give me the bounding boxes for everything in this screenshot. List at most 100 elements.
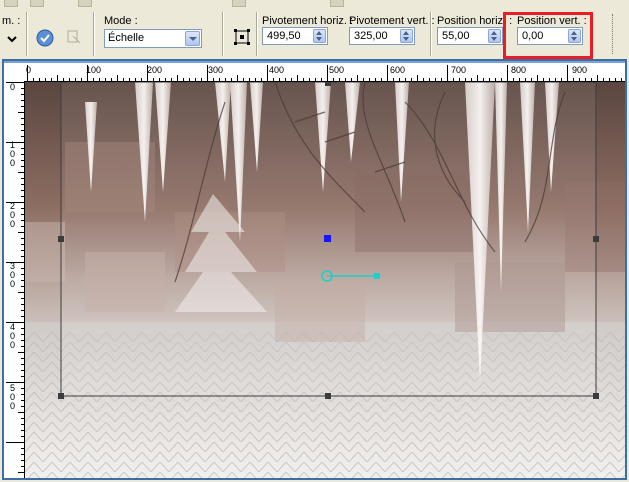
ruler-tick	[249, 78, 250, 81]
ruler-tick	[6, 322, 24, 323]
pivot-horizontal-field[interactable]: 499,50	[262, 27, 328, 45]
ruler-tick	[489, 78, 490, 81]
chevron-down-icon[interactable]	[6, 34, 18, 44]
position-horizontal-field[interactable]: 55,00	[437, 27, 503, 45]
ruler-tick	[93, 78, 94, 81]
chevron-down-icon[interactable]	[185, 31, 200, 46]
ruler-tick	[255, 78, 256, 81]
ruler-tick	[21, 148, 24, 149]
ruler-tick	[57, 75, 58, 81]
ruler-tick	[6, 442, 24, 443]
ruler-tick	[369, 78, 370, 81]
ruler-corner	[6, 65, 24, 81]
ruler-tick	[225, 78, 226, 81]
ruler-tick	[387, 65, 388, 81]
transform-icon[interactable]	[65, 28, 83, 46]
ruler-tick	[27, 65, 28, 81]
spin-arrows-icon[interactable]	[400, 29, 413, 43]
ruler-tick	[6, 82, 24, 83]
ruler-label: 400	[10, 322, 16, 350]
ruler-tick	[423, 78, 424, 81]
ruler-tick	[399, 78, 400, 81]
ruler-tick	[21, 106, 24, 107]
ruler-tick	[21, 94, 24, 95]
ruler-tick	[477, 75, 478, 81]
ruler-tick	[129, 78, 130, 81]
ruler-tick	[123, 78, 124, 81]
spin-arrows-icon[interactable]	[488, 29, 501, 43]
ruler-label: 900	[572, 65, 588, 75]
ruler-tick	[567, 65, 568, 81]
ruler-tick	[21, 136, 24, 137]
ruler-label: 100	[86, 65, 102, 75]
ruler-tick	[537, 75, 538, 81]
apply-icon[interactable]	[35, 28, 55, 48]
toolbar-separator	[93, 12, 95, 56]
horizontal-ruler[interactable]: 0 100 200 300 400 500 600 700 800 900	[24, 65, 625, 82]
ruler-tick	[471, 78, 472, 81]
toolbar-button-fragment[interactable]	[30, 0, 44, 7]
partial-label: m. :	[2, 15, 21, 27]
ruler-tick	[561, 78, 562, 81]
ruler-tick	[21, 376, 24, 377]
toolbar-button-fragment[interactable]	[330, 0, 344, 7]
ruler-tick	[291, 78, 292, 81]
ruler-tick	[45, 78, 46, 81]
ruler-tick	[21, 334, 24, 335]
toolbar-button-fragment[interactable]	[78, 0, 92, 7]
window-edge	[4, 61, 625, 63]
ruler-tick	[21, 430, 24, 431]
toolbar-separator	[26, 12, 28, 56]
ruler-tick	[405, 78, 406, 81]
ruler-tick	[609, 78, 610, 81]
ruler-tick	[33, 78, 34, 81]
ruler-tick	[237, 75, 238, 81]
ruler-tick	[219, 78, 220, 81]
mode-select[interactable]: Échelle	[104, 29, 202, 48]
ruler-tick	[171, 78, 172, 81]
toolbar-separator	[430, 12, 432, 56]
ruler-label: 200	[147, 65, 163, 75]
toolbar-button-fragment[interactable]	[232, 0, 246, 7]
ruler-tick	[21, 466, 24, 467]
ruler-label: 500	[10, 383, 16, 411]
ruler-tick	[435, 78, 436, 81]
pivot-vertical-field[interactable]: 325,00	[349, 27, 415, 45]
ruler-tick	[141, 78, 142, 81]
ruler-tick	[483, 78, 484, 81]
center-icon[interactable]	[234, 29, 250, 45]
ruler-tick	[21, 346, 24, 347]
highlight-box	[503, 12, 593, 59]
position-horizontal-value: 55,00	[442, 30, 470, 42]
toolbar-button-fragment[interactable]	[4, 0, 18, 7]
ruler-tick	[21, 256, 24, 257]
ruler-tick	[21, 208, 24, 209]
ruler-tick	[18, 112, 24, 113]
ruler-tick	[147, 65, 148, 81]
ruler-tick	[345, 78, 346, 81]
ruler-tick	[279, 78, 280, 81]
vertical-ruler[interactable]: 0 100 200 300 400 500	[6, 81, 25, 478]
ruler-tick	[417, 75, 418, 81]
ruler-tick	[243, 78, 244, 81]
ruler-tick	[99, 78, 100, 81]
ruler-tick	[135, 78, 136, 81]
ruler-tick	[21, 340, 24, 341]
ruler-label: 200	[10, 201, 16, 229]
pivot-vertical-value: 325,00	[354, 30, 388, 42]
position-horizontal-label: Position horiz. :	[437, 15, 513, 27]
ruler-tick	[195, 78, 196, 81]
toolbar-grip[interactable]	[612, 14, 617, 54]
ruler-label: 600	[390, 65, 406, 75]
image-canvas[interactable]	[25, 82, 625, 478]
ruler-tick	[465, 78, 466, 81]
ruler-tick	[21, 424, 24, 425]
ruler-tick	[21, 370, 24, 371]
ruler-tick	[21, 220, 24, 221]
spin-arrows-icon[interactable]	[313, 29, 326, 43]
ruler-tick	[351, 78, 352, 81]
ruler-tick	[513, 78, 514, 81]
ruler-label: 800	[511, 65, 527, 75]
ruler-tick	[411, 78, 412, 81]
ruler-tick	[105, 78, 106, 81]
